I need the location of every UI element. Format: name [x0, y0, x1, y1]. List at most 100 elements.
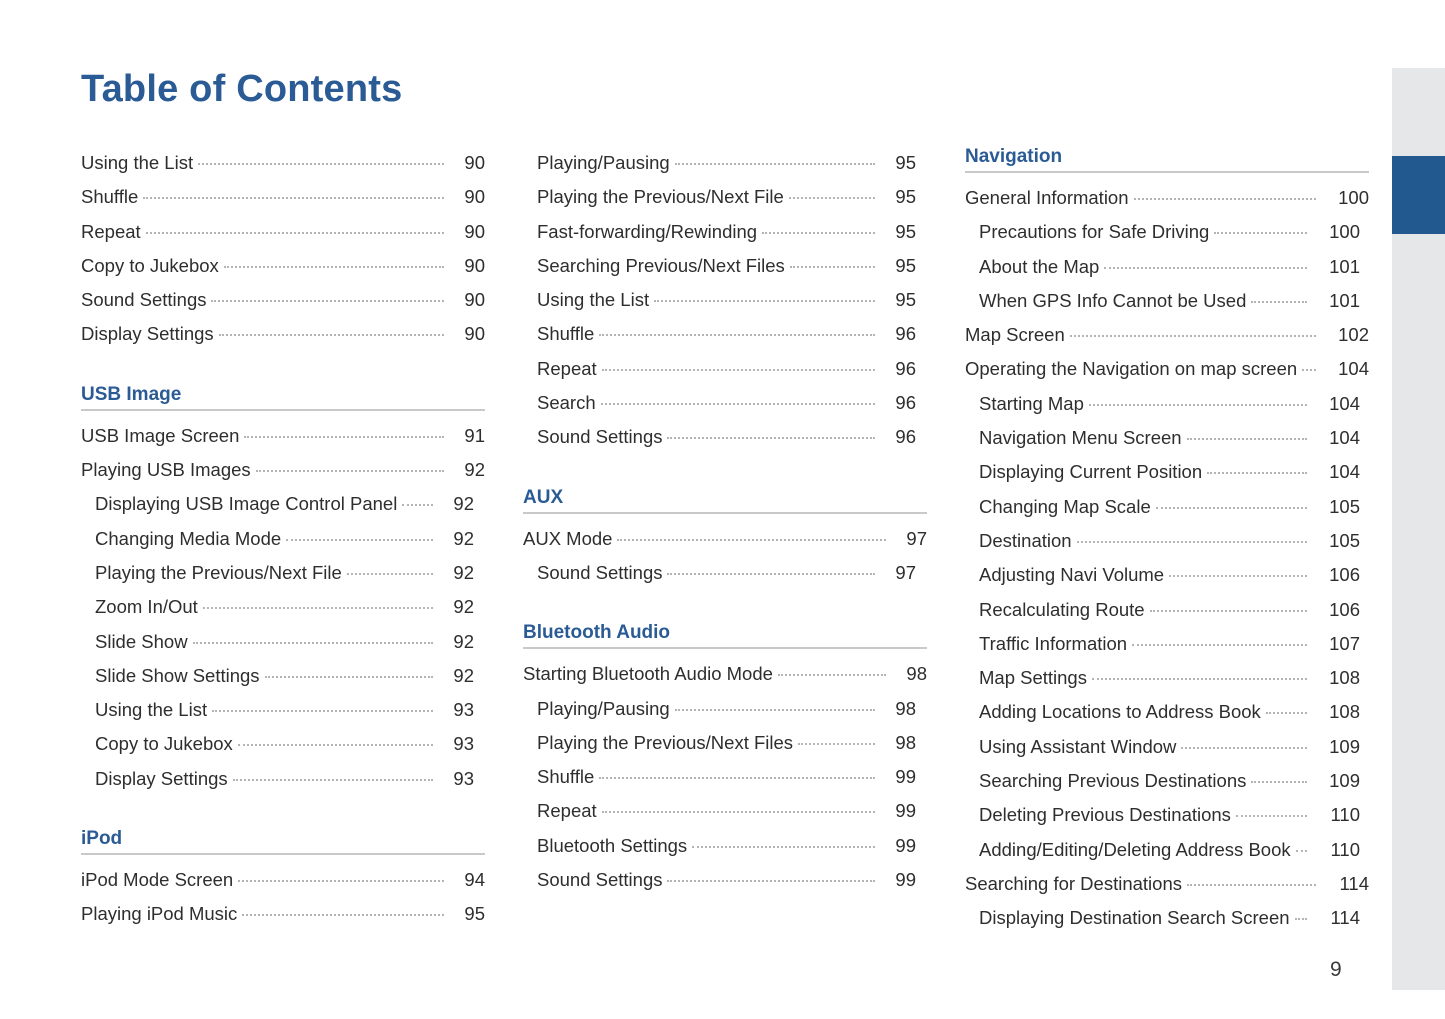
toc-entry[interactable]: Displaying Current Position 104: [965, 455, 1369, 489]
toc-entry[interactable]: Adjusting Navi Volume 106: [965, 558, 1369, 592]
toc-entry-label: Playing the Previous/Next File: [537, 186, 784, 208]
toc-dot-leader: [667, 572, 875, 575]
toc-entry-label: Map Settings: [979, 667, 1087, 689]
toc-entry[interactable]: Playing USB Images 92: [81, 453, 485, 487]
toc-entry[interactable]: Changing Media Mode 92: [81, 522, 485, 556]
toc-entry[interactable]: Precautions for Safe Driving 100: [965, 215, 1369, 249]
toc-entry[interactable]: Playing/Pausing 98: [523, 692, 927, 726]
toc-entry[interactable]: Changing Map Scale 105: [965, 490, 1369, 524]
page-number-folio: 9: [1330, 958, 1342, 981]
toc-dot-leader: [1133, 198, 1316, 200]
toc-entry[interactable]: Traffic Information 107: [965, 627, 1369, 661]
toc-entry-page-number: 92: [453, 527, 474, 549]
toc-dot-leader: [244, 435, 444, 438]
toc-entry[interactable]: Starting Map 104: [965, 387, 1369, 421]
toc-dot-leader: [1104, 266, 1307, 269]
toc-entry[interactable]: Adding/Editing/Deleting Address Book 110: [965, 833, 1369, 867]
toc-entry-page-number: 98: [895, 731, 916, 753]
toc-entry[interactable]: Playing iPod Music 95: [81, 897, 485, 931]
active-chapter-tab-marker: [1392, 156, 1445, 234]
toc-entry-page-number: 98: [895, 697, 916, 719]
toc-entry[interactable]: Sound Settings 90: [81, 283, 485, 317]
toc-dot-leader: [654, 300, 875, 303]
toc-entry-label: Starting Bluetooth Audio Mode: [523, 663, 773, 685]
toc-entry[interactable]: Slide Show 92: [81, 625, 485, 659]
toc-entry-label: Display Settings: [81, 323, 214, 345]
toc-entry[interactable]: Display Settings 93: [81, 762, 485, 796]
toc-entry-page-number: 95: [895, 220, 916, 242]
toc-dot-leader: [1251, 300, 1307, 303]
toc-entry[interactable]: Playing the Previous/Next File 95: [523, 180, 927, 214]
toc-entry[interactable]: Using the List 90: [81, 146, 485, 180]
toc-entry[interactable]: Operating the Navigation on map screen 10…: [965, 352, 1369, 386]
toc-entry-page-number: 90: [464, 289, 485, 311]
toc-entry-page-number: 92: [464, 459, 485, 481]
toc-entry[interactable]: iPod Mode Screen 94: [81, 863, 485, 897]
toc-entry[interactable]: Using Assistant Window 109: [965, 730, 1369, 764]
toc-entry[interactable]: Starting Bluetooth Audio Mode 98: [523, 657, 927, 691]
toc-entry-label: Searching Previous Destinations: [979, 770, 1247, 792]
toc-entry[interactable]: Map Screen 102: [965, 318, 1369, 352]
toc-entry[interactable]: Navigation Menu Screen 104: [965, 421, 1369, 455]
toc-entry-page-number: 94: [464, 869, 485, 891]
toc-dot-leader: [1088, 403, 1307, 406]
toc-entry[interactable]: Map Settings 108: [965, 661, 1369, 695]
toc-entry[interactable]: About the Map 101: [965, 250, 1369, 284]
toc-entry-page-number: 110: [1330, 838, 1361, 860]
toc-entry[interactable]: Sound Settings 97: [523, 556, 927, 590]
toc-entry-page-number: 106: [1329, 598, 1360, 620]
toc-entry-page-number: 104: [1329, 461, 1360, 483]
toc-entry[interactable]: Repeat 90: [81, 215, 485, 249]
toc-entry[interactable]: Using the List 95: [523, 283, 927, 317]
toc-entry[interactable]: Playing the Previous/Next File 92: [81, 556, 485, 590]
toc-entry-page-number: 110: [1330, 804, 1361, 826]
toc-entry[interactable]: Displaying Destination Search Screen 114: [965, 901, 1369, 935]
toc-dot-leader: [1149, 609, 1307, 612]
toc-entry-label: Copy to Jukebox: [81, 254, 219, 276]
toc-entry-page-number: 90: [464, 186, 485, 208]
toc-dot-leader: [223, 265, 444, 268]
toc-entry[interactable]: Sound Settings 99: [523, 863, 927, 897]
toc-entry[interactable]: Fast-forwarding/Rewinding 95: [523, 215, 927, 249]
toc-entry[interactable]: Repeat 99: [523, 794, 927, 828]
toc-entry[interactable]: Searching Previous Destinations 109: [965, 764, 1369, 798]
toc-dot-leader: [1235, 815, 1307, 818]
toc-entry[interactable]: Zoom In/Out 92: [81, 590, 485, 624]
toc-entry-label: Displaying USB Image Control Panel: [95, 493, 398, 515]
toc-entry-page-number: 96: [895, 323, 916, 345]
toc-entry[interactable]: Searching for Destinations 114: [965, 867, 1369, 901]
toc-entry[interactable]: Search 96: [523, 386, 927, 420]
toc-entry[interactable]: Shuffle 90: [81, 180, 485, 214]
toc-entry[interactable]: Bluetooth Settings 99: [523, 829, 927, 863]
section-rule: [523, 647, 927, 650]
page-title: Table of Contents: [81, 68, 403, 110]
toc-entry[interactable]: Copy to Jukebox 90: [81, 249, 485, 283]
toc-dot-leader: [1295, 849, 1307, 852]
toc-dot-leader: [198, 163, 444, 165]
toc-entry[interactable]: Repeat 96: [523, 352, 927, 386]
toc-entry[interactable]: Destination 105: [965, 524, 1369, 558]
toc-entry[interactable]: Playing/Pausing 95: [523, 146, 927, 180]
toc-entry[interactable]: Using the List 93: [81, 693, 485, 727]
toc-entry[interactable]: Sound Settings 96: [523, 420, 927, 454]
toc-entry[interactable]: General Information 100: [965, 181, 1369, 215]
toc-dot-leader: [218, 334, 444, 337]
toc-entry[interactable]: USB Image Screen 91: [81, 419, 485, 453]
toc-entry-label: Navigation Menu Screen: [979, 427, 1182, 449]
toc-dot-leader: [286, 538, 433, 541]
toc-entry[interactable]: Deleting Previous Destinations 110: [965, 798, 1369, 832]
toc-entry[interactable]: Recalculating Route 106: [965, 593, 1369, 627]
toc-entry[interactable]: Shuffle 96: [523, 317, 927, 351]
toc-entry[interactable]: Playing the Previous/Next Files 98: [523, 726, 927, 760]
toc-entry[interactable]: Display Settings 90: [81, 317, 485, 351]
toc-entry[interactable]: Searching Previous/Next Files 95: [523, 249, 927, 283]
toc-entry[interactable]: Slide Show Settings 92: [81, 659, 485, 693]
toc-entry[interactable]: Adding Locations to Address Book 108: [965, 695, 1369, 729]
toc-dot-leader: [1251, 781, 1307, 784]
toc-entry[interactable]: When GPS Info Cannot be Used 101: [965, 284, 1369, 318]
toc-entry-page-number: 114: [1339, 872, 1370, 894]
toc-entry[interactable]: Shuffle 99: [523, 760, 927, 794]
toc-entry[interactable]: Copy to Jukebox 93: [81, 727, 485, 761]
toc-entry[interactable]: AUX Mode 97: [523, 522, 927, 556]
toc-entry[interactable]: Displaying USB Image Control Panel 92: [81, 487, 485, 521]
